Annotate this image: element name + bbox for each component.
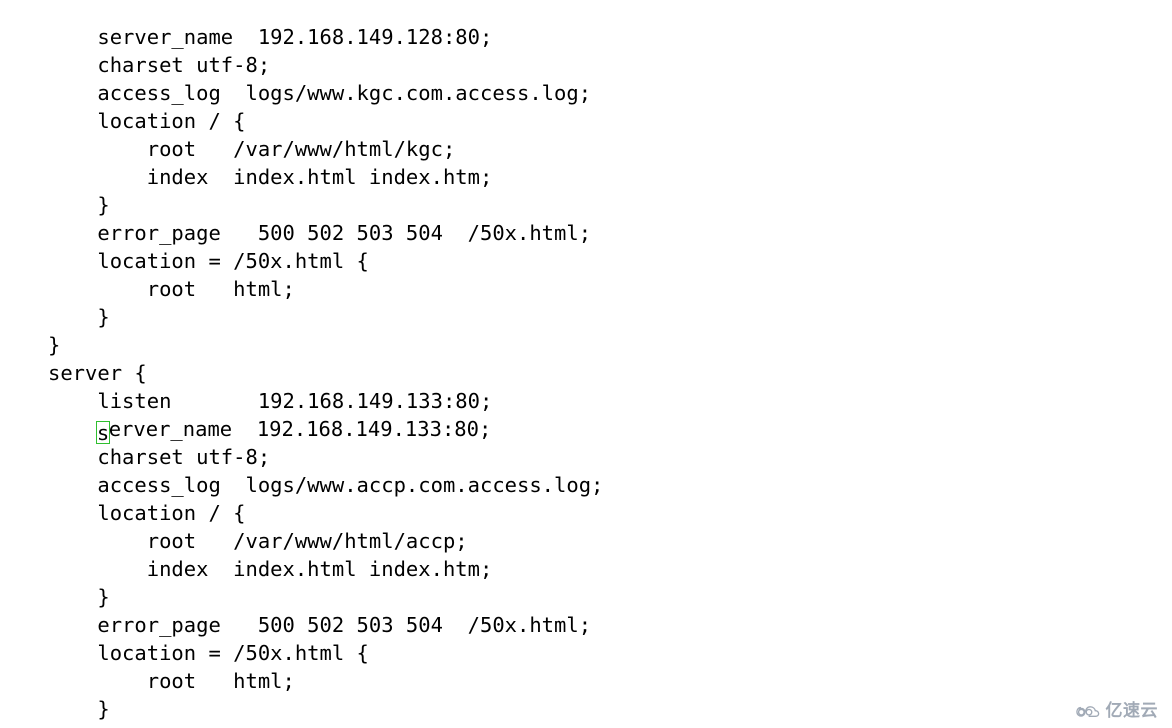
code-text: server_name 192.168.149.128:80; <box>48 25 493 49</box>
code-text: index index.html index.htm; <box>48 557 493 581</box>
code-text: } <box>48 333 61 357</box>
code-line[interactable]: error_page 500 502 503 504 /50x.html; <box>0 611 1172 639</box>
code-line[interactable]: server_name 192.168.149.128:80; <box>0 23 1172 51</box>
code-line[interactable]: location / { <box>0 107 1172 135</box>
code-text: location = /50x.html { <box>48 249 369 273</box>
code-text: location / { <box>48 109 246 133</box>
code-line[interactable]: root /var/www/html/accp; <box>0 527 1172 555</box>
code-text: root /var/www/html/accp; <box>48 529 468 553</box>
code-text: location / { <box>48 501 246 525</box>
code-editor-pane[interactable]: server_name 192.168.149.128:80; charset … <box>0 0 1172 728</box>
code-line[interactable]: root html; <box>0 275 1172 303</box>
code-text: index index.html index.htm; <box>48 165 493 189</box>
code-text: server { <box>48 361 147 385</box>
code-text: root /var/www/html/kgc; <box>48 137 456 161</box>
code-line[interactable]: } <box>0 331 1172 359</box>
code-text: } <box>48 193 110 217</box>
code-line[interactable]: } <box>0 303 1172 331</box>
code-line[interactable]: charset utf-8; <box>0 443 1172 471</box>
code-line[interactable]: access_log logs/www.accp.com.access.log; <box>0 471 1172 499</box>
code-line[interactable]: access_log logs/www.kgc.com.access.log; <box>0 79 1172 107</box>
code-text: location = /50x.html { <box>48 641 369 665</box>
watermark-text: 亿速云 <box>1105 701 1158 721</box>
code-line[interactable]: index index.html index.htm; <box>0 555 1172 583</box>
code-line[interactable]: root /var/www/html/kgc; <box>0 135 1172 163</box>
code-text: error_page 500 502 503 504 /50x.html; <box>48 221 592 245</box>
code-text: access_log logs/www.accp.com.access.log; <box>48 473 604 497</box>
code-line[interactable]: } <box>0 583 1172 611</box>
code-text-area[interactable]: server_name 192.168.149.128:80; charset … <box>0 23 1172 723</box>
code-text: listen 192.168.149.133:80; <box>48 389 493 413</box>
code-line[interactable]: index index.html index.htm; <box>0 163 1172 191</box>
code-text: access_log logs/www.kgc.com.access.log; <box>48 81 592 105</box>
code-text: root html; <box>48 669 295 693</box>
code-text: error_page 500 502 503 504 /50x.html; <box>48 613 592 637</box>
watermark: 亿速云 <box>1075 701 1159 721</box>
code-line[interactable]: root html; <box>0 667 1172 695</box>
code-line[interactable]: listen 192.168.149.133:80; <box>0 387 1172 415</box>
code-line[interactable]: } <box>0 191 1172 219</box>
code-text: root html; <box>48 277 295 301</box>
text-cursor: s <box>95 421 111 445</box>
code-line[interactable]: location / { <box>0 499 1172 527</box>
code-text: } <box>48 697 110 721</box>
code-line[interactable]: server_name 192.168.149.133:80; <box>0 415 1172 445</box>
code-line[interactable]: server { <box>0 359 1172 387</box>
code-text: } <box>48 305 110 329</box>
code-line[interactable]: location = /50x.html { <box>0 247 1172 275</box>
code-line[interactable]: error_page 500 502 503 504 /50x.html; <box>0 219 1172 247</box>
code-text: } <box>48 585 110 609</box>
code-line[interactable]: charset utf-8; <box>0 51 1172 79</box>
code-text: charset utf-8; <box>48 53 271 77</box>
code-line[interactable]: location = /50x.html { <box>0 639 1172 667</box>
code-text: charset utf-8; <box>48 445 271 469</box>
cloud-logo-icon <box>1075 702 1102 720</box>
code-text: erver_name 192.168.149.133:80; <box>108 417 492 441</box>
code-line[interactable]: } <box>0 695 1172 723</box>
